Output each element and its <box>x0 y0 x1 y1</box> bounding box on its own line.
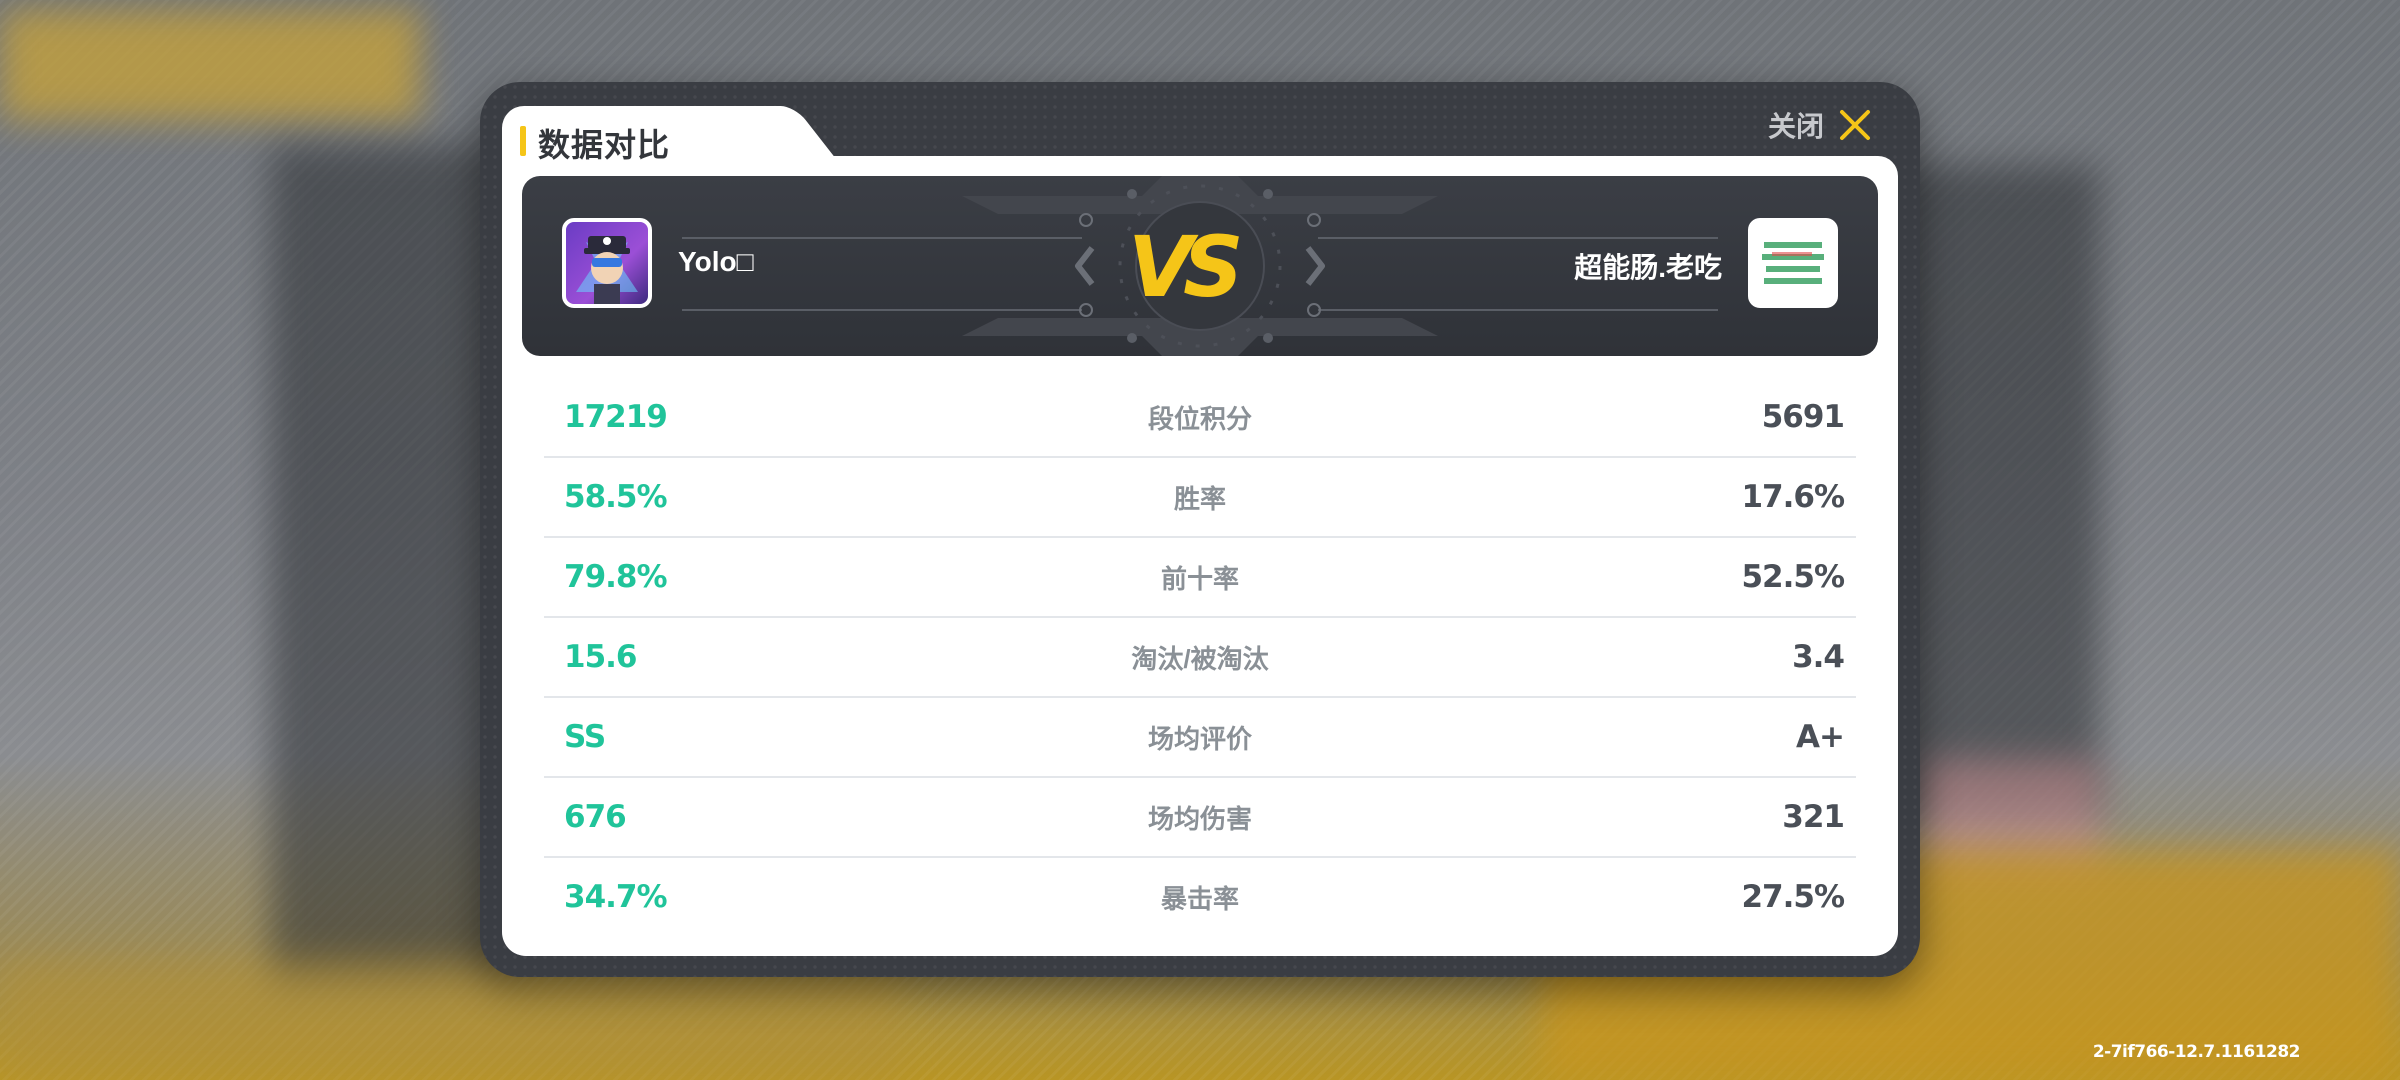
stat-label: 场均伤害 <box>1147 803 1252 834</box>
right-value: 5691 <box>1761 399 1845 435</box>
stats-table: 17219 段位积分 5691 58.5% 胜率 17.6% 79.8% 前十率… <box>544 378 1856 936</box>
right-value: 321 <box>1782 799 1845 835</box>
right-value: 27.5% <box>1741 879 1845 915</box>
right-value: A+ <box>1796 719 1845 755</box>
right-value: 52.5% <box>1741 559 1845 595</box>
content-panel: Yolo□ VS 超能肠.老吃 17219 段位积分 5691 58.5% 胜率… <box>502 156 1898 956</box>
title-accent-bar <box>520 126 526 156</box>
stat-row-top10-rate: 79.8% 前十率 52.5% <box>544 538 1856 618</box>
stat-row-avg-rating: SS 场均评价 A+ <box>544 698 1856 778</box>
stat-label: 场均评价 <box>1147 723 1252 754</box>
close-button[interactable]: 关闭 <box>1768 100 1872 150</box>
stat-label: 暴击率 <box>1160 883 1239 914</box>
stat-row-avg-damage: 676 场均伤害 321 <box>544 778 1856 858</box>
stat-row-kd: 15.6 淘汰/被淘汰 3.4 <box>544 618 1856 698</box>
stat-label: 淘汰/被淘汰 <box>1131 643 1269 674</box>
close-label: 关闭 <box>1767 111 1824 142</box>
background-blur <box>0 10 420 120</box>
vs-label: VS <box>1128 218 1239 314</box>
background-blur <box>0 960 900 1080</box>
data-compare-modal: 数据对比 关闭 Yolo□ VS 超能肠.老吃 17219 段位积分 5691 … <box>480 82 1920 977</box>
vs-header: Yolo□ VS 超能肠.老吃 <box>522 176 1878 356</box>
background-blur <box>270 145 510 985</box>
right-player-name: 超能肠.老吃 <box>1574 252 1722 283</box>
vs-icon: VS <box>1128 218 1249 314</box>
stat-label: 段位积分 <box>1147 403 1252 434</box>
right-player-avatar[interactable] <box>1748 218 1838 308</box>
right-value: 3.4 <box>1792 639 1845 675</box>
stat-row-win-rate: 58.5% 胜率 17.6% <box>544 458 1856 538</box>
modal-title: 数据对比 <box>538 127 671 163</box>
stat-row-crit-rate: 34.7% 暴击率 27.5% <box>544 858 1856 936</box>
close-icon <box>1838 108 1872 142</box>
right-value: 17.6% <box>1741 479 1845 515</box>
stat-row-rank-score: 17219 段位积分 5691 <box>544 378 1856 458</box>
stat-label: 胜率 <box>1173 483 1226 514</box>
left-player-avatar[interactable] <box>562 218 652 308</box>
version-label: 2-7if766-12.7.1161282 <box>2092 1042 2301 1062</box>
left-player-name: Yolo□ <box>678 246 754 277</box>
stat-label: 前十率 <box>1160 563 1239 594</box>
